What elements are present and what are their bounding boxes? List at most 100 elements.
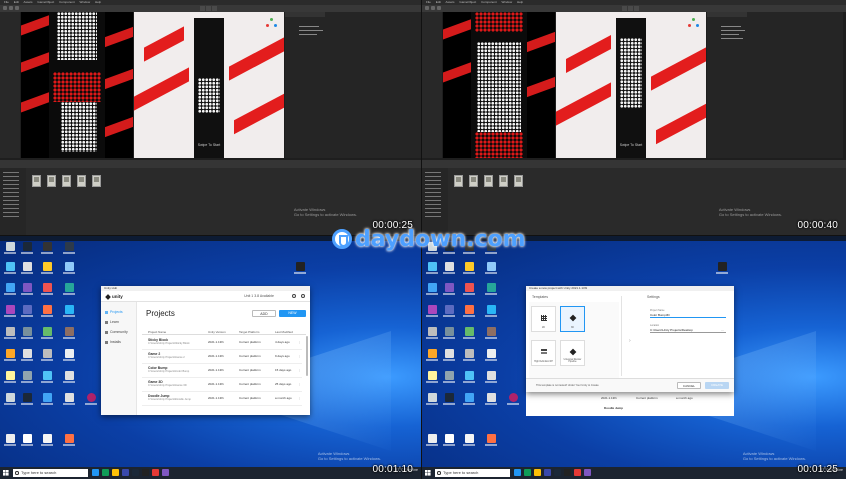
menu-gameobject[interactable]: GameObject — [37, 0, 54, 4]
taskbar-search-box[interactable]: Type here to search — [435, 469, 510, 477]
desktop-icon-app[interactable] — [484, 393, 498, 405]
desktop-icon-app[interactable] — [462, 349, 476, 361]
dialog-title-bar[interactable]: Create a new project with Unity 2021.1.1… — [526, 286, 734, 291]
project-version[interactable]: 2021.1.13f1 — [208, 340, 224, 344]
unity-hub-icon[interactable] — [564, 469, 571, 476]
app-icon[interactable] — [152, 469, 159, 476]
new-project-button[interactable]: NEW — [279, 310, 306, 317]
edge-icon[interactable] — [524, 469, 531, 476]
more-options-icon[interactable]: ⋮ — [298, 382, 301, 386]
asset-icon[interactable] — [469, 175, 478, 187]
desktop-icon-app[interactable] — [40, 305, 54, 317]
more-options-icon[interactable]: ⋮ — [298, 368, 301, 372]
menu-assets[interactable]: Assets — [446, 0, 455, 4]
desktop-icon-app[interactable] — [40, 283, 54, 295]
desktop-icon-app[interactable] — [425, 393, 439, 405]
desktop-icon-unity[interactable] — [425, 434, 439, 446]
desktop-icon-app[interactable] — [3, 305, 17, 317]
desktop-icon-app[interactable] — [484, 305, 498, 317]
asset-icon[interactable] — [514, 175, 523, 187]
store-icon[interactable] — [122, 469, 129, 476]
desktop-icon-app[interactable] — [62, 242, 76, 254]
desktop-icon-app[interactable] — [40, 393, 54, 405]
desktop-icon-app[interactable] — [40, 327, 54, 339]
desktop-icon-app[interactable] — [484, 434, 498, 446]
desktop-icon-app[interactable] — [40, 371, 54, 383]
desktop-icon-app[interactable] — [442, 262, 456, 274]
play-button[interactable] — [200, 6, 205, 11]
desktop-icon-app[interactable] — [462, 371, 476, 383]
nav-community[interactable]: Community — [105, 330, 128, 334]
desktop-icon-steam[interactable] — [20, 242, 34, 254]
windows-start-icon[interactable] — [424, 469, 432, 477]
project-row[interactable]: Game 2 C:\Users\Unity Projects\Game 2 20… — [142, 350, 302, 364]
desktop-icon-app[interactable] — [20, 262, 34, 274]
file-explorer-icon[interactable] — [112, 469, 119, 476]
desktop-icon-app[interactable] — [62, 327, 76, 339]
column-project-name[interactable]: Project Name — [148, 330, 166, 334]
game-view[interactable] — [443, 12, 555, 158]
desktop-icon-app[interactable] — [506, 393, 520, 405]
menu-file[interactable]: File — [4, 0, 9, 4]
desktop-icon-app[interactable] — [62, 393, 76, 405]
desktop-icon-unity-hub[interactable] — [715, 262, 729, 274]
menu-gameobject[interactable]: GameObject — [459, 0, 476, 4]
desktop-icon-app[interactable] — [484, 349, 498, 361]
desktop-icon-app[interactable] — [442, 283, 456, 295]
asset-icon[interactable] — [92, 175, 101, 187]
asset-icon[interactable] — [47, 175, 56, 187]
desktop-icon-app[interactable] — [40, 434, 54, 446]
desktop-icon-app[interactable] — [20, 434, 34, 446]
nav-projects[interactable]: Projects — [105, 310, 123, 314]
menu-assets[interactable]: Assets — [24, 0, 33, 4]
desktop-icon-app[interactable] — [3, 371, 17, 383]
steam-icon[interactable] — [554, 469, 561, 476]
desktop-icon-app[interactable] — [462, 434, 476, 446]
template-2d[interactable]: 2D — [531, 306, 556, 332]
desktop-icon-app[interactable] — [3, 349, 17, 361]
desktop-icon-app[interactable] — [62, 434, 76, 446]
desktop-icon-app[interactable] — [425, 305, 439, 317]
project-row[interactable]: Color Bump C:\Users\Unity Projects\Color… — [142, 364, 302, 378]
asset-icon[interactable] — [484, 175, 493, 187]
desktop-icon-app[interactable] — [40, 262, 54, 274]
desktop-icon-app[interactable] — [20, 327, 34, 339]
desktop-icon-app[interactable] — [425, 327, 439, 339]
menu-help[interactable]: Help — [95, 0, 101, 4]
desktop-icon-steam[interactable] — [442, 393, 456, 405]
menu-window[interactable]: Window — [79, 0, 90, 4]
desktop-icon-app[interactable] — [3, 393, 17, 405]
task-view-icon[interactable] — [514, 469, 521, 476]
project-version[interactable]: 2021.1.13f1 — [208, 382, 224, 386]
desktop-icon-app[interactable] — [62, 305, 76, 317]
windows-start-icon[interactable] — [2, 469, 10, 477]
task-view-icon[interactable] — [92, 469, 99, 476]
desktop-icon-steam[interactable] — [20, 393, 34, 405]
desktop-icon-app[interactable] — [425, 262, 439, 274]
desktop-icon-app[interactable] — [462, 327, 476, 339]
desktop-icon-app[interactable] — [3, 327, 17, 339]
desktop-icon-app[interactable] — [62, 349, 76, 361]
hub-scrollbar[interactable] — [306, 336, 308, 376]
desktop-icon-substance[interactable] — [40, 242, 54, 254]
scene-gizmo-icon[interactable] — [688, 18, 700, 30]
asset-icon[interactable] — [454, 175, 463, 187]
create-button[interactable]: CREATE — [705, 382, 729, 389]
desktop-icon-app[interactable] — [442, 434, 456, 446]
project-row[interactable]: Game 3D C:\Users\Unity Projects\Game 3D … — [142, 378, 302, 392]
desktop-icon-app[interactable] — [425, 349, 439, 361]
store-icon[interactable] — [544, 469, 551, 476]
scene-view[interactable]: Swipe To Start — [134, 12, 284, 158]
menu-edit[interactable]: Edit — [436, 0, 441, 4]
hand-tool-icon[interactable] — [425, 6, 429, 10]
app-icon[interactable] — [574, 469, 581, 476]
more-options-icon[interactable]: ⋮ — [298, 340, 301, 344]
inspector-tab[interactable] — [707, 12, 747, 17]
desktop-icon-app[interactable] — [20, 371, 34, 383]
desktop-icon-app[interactable] — [484, 371, 498, 383]
asset-icon[interactable] — [32, 175, 41, 187]
unity-hub-icon[interactable] — [142, 469, 149, 476]
project-platform[interactable]: Current platform — [239, 382, 261, 386]
step-button[interactable] — [634, 6, 639, 11]
desktop-icon-vegas[interactable] — [484, 262, 498, 274]
